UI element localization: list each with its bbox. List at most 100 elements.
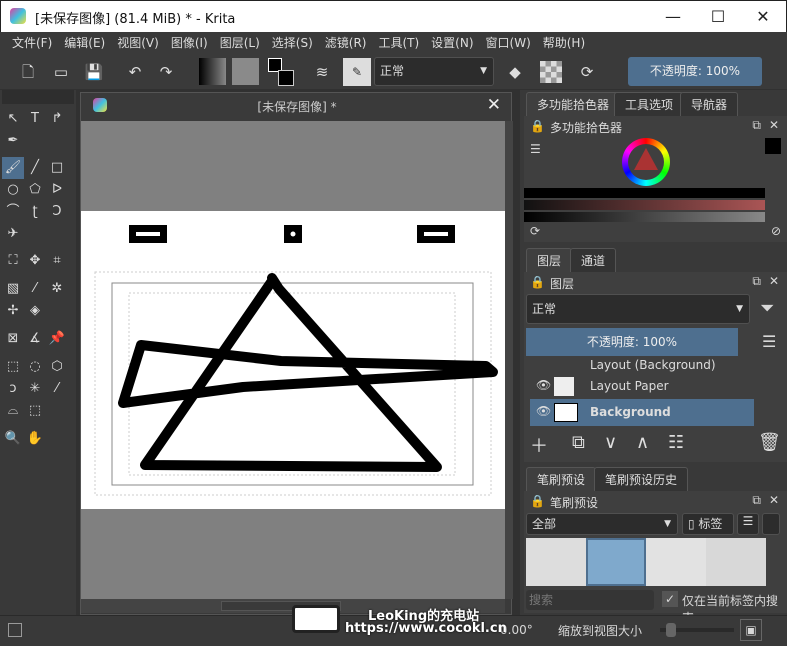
move-down-icon[interactable]: ∨ [604, 432, 617, 453]
ellipse-select-icon[interactable]: ◌ [24, 356, 46, 378]
current-color-swatch[interactable] [765, 138, 781, 154]
maximize-button[interactable]: ☐ [695, 1, 741, 32]
crop-tool-icon[interactable]: ⌗ [46, 250, 68, 272]
select-shape-icon[interactable]: ↖ [2, 108, 24, 130]
brush-preset[interactable] [646, 538, 706, 586]
layer-row[interactable]: Layout (Background) [530, 357, 754, 374]
minimize-button[interactable]: — [650, 1, 696, 32]
opacity-slider[interactable]: 不透明度: 100% [628, 57, 762, 86]
transform-icon[interactable]: ⛶ [2, 250, 24, 272]
menu-help[interactable]: 帮助(H) [537, 32, 591, 54]
filter-icon[interactable]: ⏷ [760, 298, 774, 319]
colorize-mask-icon[interactable]: ✢ [2, 300, 24, 322]
vertical-scrollbar[interactable] [505, 121, 513, 599]
move-up-icon[interactable]: ∧ [636, 432, 649, 453]
rect-select-icon[interactable]: ⬚ [2, 356, 24, 378]
brush-settings-icon[interactable]: ≋ [310, 60, 334, 84]
multibrush-icon[interactable]: ✈ [2, 223, 24, 245]
menu-view[interactable]: 视图(V) [111, 32, 165, 54]
gradient-tool-icon[interactable]: ▧ [2, 278, 24, 300]
search-in-tag-checkbox[interactable]: ✓ [662, 591, 678, 607]
view-menu-icon[interactable]: ☰ [737, 513, 759, 535]
zoom-slider[interactable] [660, 623, 734, 637]
menu-layer[interactable]: 图层(L) [214, 32, 266, 54]
line-tool-icon[interactable]: ╱ [24, 157, 46, 179]
lock-icon[interactable]: 🔒 [530, 275, 545, 289]
brush-tag-filter[interactable]: 全部 ▼ [526, 513, 678, 535]
settings-list-icon[interactable]: ☰ [530, 142, 541, 156]
tab-navigator[interactable]: 导航器 [680, 92, 739, 116]
assistant-tool-icon[interactable]: ⊠ [2, 328, 24, 350]
layer-menu-icon[interactable]: ☰ [762, 332, 776, 351]
tab-channels[interactable]: 通道 [570, 248, 617, 272]
open-folder-icon[interactable]: ▭ [49, 60, 73, 84]
eraser-icon[interactable]: ◆ [503, 60, 527, 84]
menu-image[interactable]: 图像(I) [165, 32, 214, 54]
float-icon[interactable]: ⧉ [752, 274, 761, 289]
fg-bg-color-icon[interactable] [268, 58, 296, 86]
undo-icon[interactable]: ↶ [123, 60, 147, 84]
contiguous-select-icon[interactable]: ✳ [24, 378, 46, 400]
panel-close-icon[interactable]: ✕ [769, 118, 779, 132]
refresh-icon[interactable]: ⟳ [530, 224, 540, 238]
smart-patch-icon[interactable]: ✲ [46, 278, 68, 300]
eye-icon[interactable]: 👁 [536, 404, 551, 418]
fill-tool-icon[interactable]: ◈ [24, 300, 46, 322]
color-wheel[interactable] [622, 138, 670, 186]
freehand-path-icon[interactable]: ʈ [24, 201, 46, 223]
reference-tool-icon[interactable]: 📌 [46, 328, 68, 350]
edit-shape-icon[interactable]: ↱ [46, 108, 68, 130]
lock-icon[interactable]: 🔒 [530, 494, 545, 508]
layer-row-selected[interactable]: 👁 Background [530, 399, 754, 426]
pattern-swatch[interactable] [232, 58, 259, 85]
blend-mode-dropdown[interactable]: 正常 ▼ [374, 57, 494, 86]
bezier-tool-icon[interactable]: ⌒ [2, 201, 24, 223]
close-button[interactable]: ✕ [740, 1, 786, 32]
status-brush-icon[interactable] [8, 623, 22, 637]
zoom-label[interactable]: 缩放到视图大小 [558, 622, 642, 639]
freehand-select-icon[interactable]: ↄ [2, 378, 24, 400]
menu-window[interactable]: 窗口(W) [480, 32, 537, 54]
layer-blend-dropdown[interactable]: 正常 ▼ [526, 294, 750, 324]
similar-select-icon[interactable]: ⁄ [46, 378, 68, 400]
save-icon[interactable]: 💾 [82, 60, 106, 84]
menu-select[interactable]: 选择(S) [266, 32, 319, 54]
ellipse-tool-icon[interactable]: ○ [2, 179, 24, 201]
float-icon[interactable]: ⧉ [752, 118, 761, 133]
brush-preset[interactable] [526, 538, 586, 586]
bezier-select-icon[interactable]: ⌓ [2, 400, 24, 422]
shade-row[interactable] [524, 200, 765, 210]
polygon-tool-icon[interactable]: ⬠ [24, 179, 46, 201]
lock-icon[interactable]: 🔒 [530, 119, 545, 133]
tab-brush-presets[interactable]: 笔刷预设 [526, 467, 597, 491]
reload-icon[interactable]: ⟳ [575, 60, 599, 84]
gradient-swatch[interactable] [199, 58, 226, 85]
menu-tools[interactable]: 工具(T) [372, 32, 425, 54]
float-icon[interactable]: ⧉ [752, 493, 761, 508]
canvas[interactable] [81, 121, 505, 599]
brush-preset[interactable] [706, 538, 766, 586]
polygon-select-icon[interactable]: ⬡ [46, 356, 68, 378]
layer-row[interactable]: 👁 Layout Paper [530, 374, 754, 399]
color-history-row[interactable] [524, 188, 765, 198]
delete-layer-icon[interactable]: 🗑 [758, 432, 781, 453]
layer-properties-icon[interactable]: ☷ [668, 432, 684, 453]
shade-row-2[interactable] [524, 212, 765, 222]
brush-preset-selected[interactable] [586, 538, 646, 586]
dynamic-brush-icon[interactable]: Ↄ [46, 201, 68, 223]
duplicate-layer-icon[interactable]: ⧉ [572, 432, 585, 453]
measure-tool-icon[interactable]: ∡ [24, 328, 46, 350]
storage-icon[interactable] [762, 513, 780, 535]
magnetic-select-icon[interactable]: ⬚ [24, 400, 46, 422]
document-close-button[interactable]: ✕ [487, 95, 501, 115]
freehand-brush-icon[interactable]: 🖌 [2, 157, 24, 179]
polyline-tool-icon[interactable]: ᐅ [46, 179, 68, 201]
rectangle-tool-icon[interactable]: □ [46, 157, 68, 179]
alpha-lock-icon[interactable] [540, 61, 562, 83]
layer-opacity-slider[interactable]: 不透明度: 100% [526, 328, 738, 356]
zoom-tool-icon[interactable]: 🔍 [2, 428, 24, 450]
panel-close-icon[interactable]: ✕ [769, 274, 779, 288]
tab-layers[interactable]: 图层 [526, 248, 573, 272]
pan-tool-icon[interactable]: ✋ [24, 428, 46, 450]
panel-close-icon[interactable]: ✕ [769, 493, 779, 507]
